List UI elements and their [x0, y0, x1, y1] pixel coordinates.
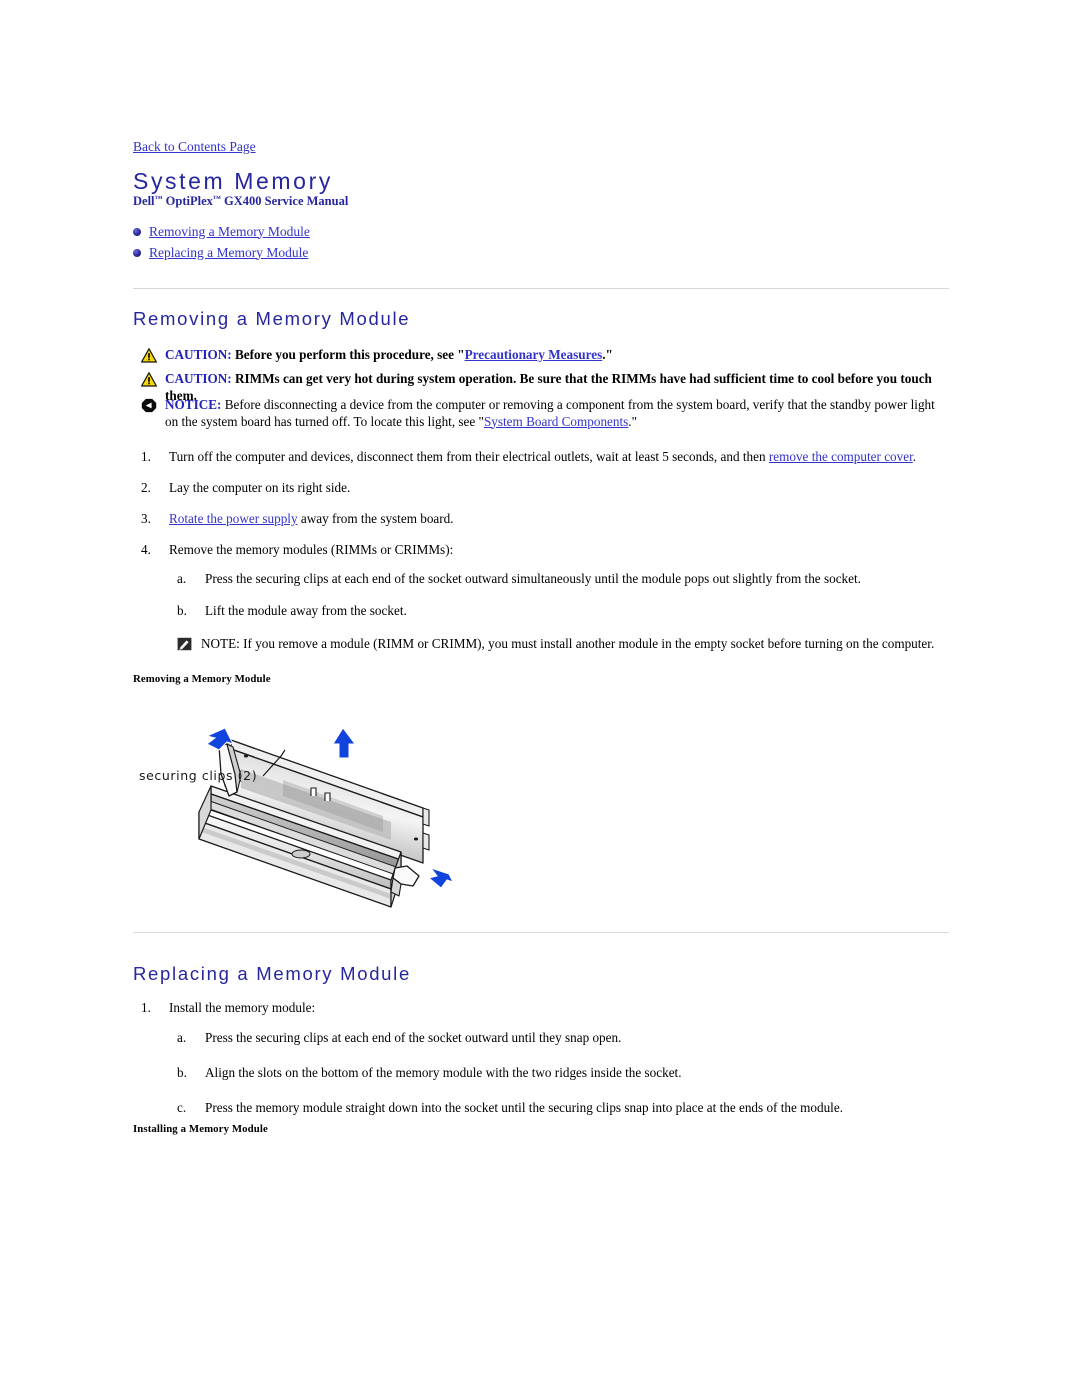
notice-standby-power: NOTICE: Before disconnecting a device fr…	[141, 397, 949, 430]
step-text-before: Remove the memory modules (RIMMs or CRIM…	[169, 542, 454, 557]
table-of-contents: Removing a Memory Module Replacing a Mem…	[133, 221, 633, 263]
caution-triangle-icon	[141, 348, 157, 363]
caution-keyword: CAUTION:	[165, 371, 232, 386]
callout-label-text: securing clips (2)	[139, 768, 257, 783]
list-item: a. Press the securing clips at each end …	[169, 571, 985, 587]
note-keyword: NOTE:	[201, 636, 240, 651]
substep-text: Press the memory module straight down in…	[205, 1100, 843, 1115]
substep-text: Lift the module away from the socket.	[205, 603, 407, 618]
list-item: a. Press the securing clips at each end …	[169, 1030, 985, 1046]
bullet-ball-icon	[133, 248, 141, 257]
step-text-before: Turn off the computer and devices, disco…	[169, 449, 769, 464]
arrow-clip-right-outward	[427, 867, 454, 889]
list-item: 2. Lay the computer on its right side.	[133, 480, 949, 496]
list-item: 3. Rotate the power supply away from the…	[133, 511, 949, 527]
page-subtitle: Dell™ OptiPlex™ GX400 Service Manual	[133, 194, 348, 209]
list-item: c. Press the memory module straight down…	[169, 1100, 985, 1116]
substep-text: Align the slots on the bottom of the mem…	[205, 1065, 682, 1080]
caution-precautionary-measures: CAUTION: Before you perform this procedu…	[141, 347, 949, 364]
toc-link-replacing[interactable]: Replacing a Memory Module	[149, 245, 308, 261]
list-marker: 4.	[141, 542, 151, 557]
notice-octagon-icon	[141, 398, 157, 413]
caution-keyword: CAUTION:	[165, 347, 232, 362]
notice-keyword: NOTICE:	[165, 397, 222, 412]
list-marker: b.	[177, 1065, 187, 1080]
step-text-after: away from the system board.	[297, 511, 454, 526]
caution-body-after: ."	[602, 347, 613, 362]
heading-removing-memory-module: Removing a Memory Module	[133, 308, 411, 329]
notice-text: NOTICE: Before disconnecting a device fr…	[165, 397, 949, 430]
substep-text: Press the securing clips at each end of …	[205, 1030, 622, 1045]
substep-text: Press the securing clips at each end of …	[205, 571, 861, 586]
list-item: 4. Remove the memory modules (RIMMs or C…	[133, 542, 949, 558]
step-text: Install the memory module:	[169, 1000, 316, 1015]
subtitle-model: GX400 Service Manual	[220, 194, 349, 208]
note-text: NOTE: If you remove a module (RIMM or CR…	[201, 636, 934, 652]
list-marker: c.	[177, 1100, 187, 1115]
replacing-substeps-list: a. Press the securing clips at each end …	[169, 1030, 985, 1116]
list-marker: 3.	[141, 511, 151, 526]
toc-item-replacing[interactable]: Replacing a Memory Module	[133, 242, 633, 263]
link-system-board-components[interactable]: System Board Components	[484, 414, 628, 429]
securing-clip-right	[390, 865, 420, 897]
list-marker: 1.	[141, 1000, 151, 1015]
figure-caption-installing: Installing a Memory Module	[133, 1123, 268, 1135]
link-precautionary-measures[interactable]: Precautionary Measures	[465, 347, 603, 362]
list-item: 1. Install the memory module:	[133, 1000, 949, 1016]
step-text-after: .	[912, 449, 917, 464]
list-item: 1. Turn off the computer and devices, di…	[133, 449, 949, 465]
figure-caption-removing: Removing a Memory Module	[133, 673, 271, 685]
list-item: b. Lift the module away from the socket.	[169, 603, 985, 619]
back-to-contents: Back to Contents Page	[133, 139, 256, 155]
notice-body-after: ."	[628, 413, 637, 429]
toc-item-removing[interactable]: Removing a Memory Module	[133, 221, 633, 242]
caution-triangle-icon	[141, 372, 157, 387]
back-to-contents-link[interactable]: Back to Contents Page	[133, 139, 256, 154]
list-marker: a.	[177, 571, 187, 586]
heading-replacing-memory-module: Replacing a Memory Module	[133, 963, 411, 984]
note-body: If you remove a module (RIMM or CRIMM), …	[239, 636, 935, 651]
page-title: System Memory	[133, 168, 333, 194]
removing-steps-list: 1. Turn off the computer and devices, di…	[133, 449, 949, 573]
bullet-ball-icon	[133, 227, 141, 236]
section-divider	[133, 288, 949, 289]
list-item: b. Align the slots on the bottom of the …	[169, 1065, 985, 1081]
list-marker: b.	[177, 603, 187, 618]
memory-module-diagram-svg: securing clips (2)	[139, 727, 454, 908]
link-remove-the-computer-cover[interactable]: remove the computer cover	[769, 449, 913, 464]
caution-text: CAUTION: Before you perform this procedu…	[165, 347, 949, 364]
list-marker: a.	[177, 1030, 187, 1045]
note-pencil-icon	[177, 637, 192, 651]
list-marker: 1.	[141, 449, 151, 464]
step-text-before: Lay the computer on its right side.	[169, 480, 351, 495]
section-divider	[133, 932, 949, 933]
subtitle-product: OptiPlex	[162, 194, 213, 208]
note-install-another-module: NOTE: If you remove a module (RIMM or CR…	[177, 636, 967, 652]
subtitle-brand: Dell	[133, 194, 155, 208]
replacing-steps-list: 1. Install the memory module:	[133, 1000, 949, 1031]
arrow-module-up	[332, 727, 356, 759]
trademark-symbol-2: ™	[212, 194, 221, 203]
link-rotate-the-power-supply[interactable]: Rotate the power supply	[169, 511, 298, 526]
trademark-symbol-1: ™	[154, 194, 163, 203]
toc-link-removing[interactable]: Removing a Memory Module	[149, 224, 310, 240]
caution-body-before: Before you perform this procedure, see "	[231, 347, 465, 362]
list-marker: 2.	[141, 480, 151, 495]
removing-substeps-list: a. Press the securing clips at each end …	[169, 571, 985, 635]
figure-removing-memory-module: securing clips (2)	[133, 700, 533, 915]
